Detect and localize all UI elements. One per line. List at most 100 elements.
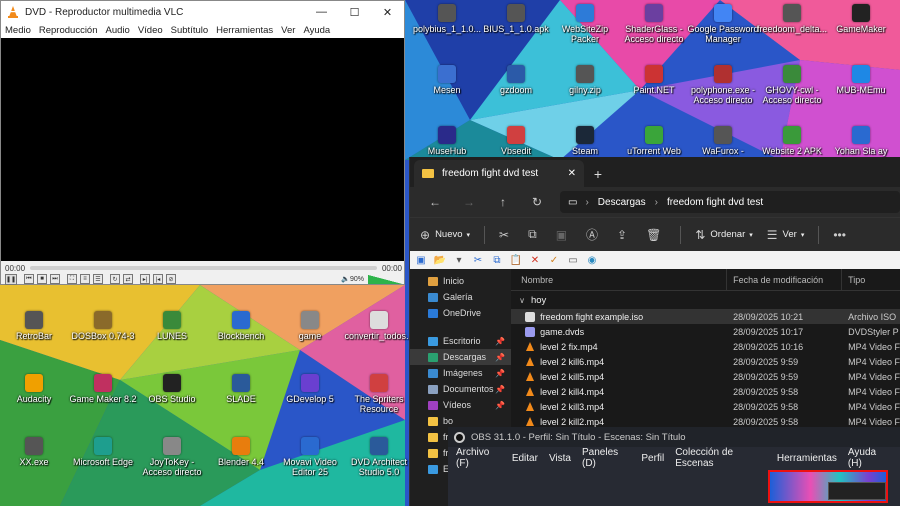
desktop-icon[interactable]: freedoom_delta... bbox=[754, 4, 830, 34]
maximize-icon[interactable]: ☐ bbox=[338, 1, 371, 23]
breadcrumb-descargas[interactable]: Descargas bbox=[598, 197, 646, 208]
vlc-menu-subtitulo[interactable]: Subtítulo bbox=[171, 25, 209, 36]
loop-icon[interactable]: ↻ bbox=[110, 274, 120, 284]
previous-icon[interactable]: ⏮ bbox=[24, 274, 34, 284]
desktop-icon[interactable]: Steam bbox=[547, 126, 623, 156]
file-row[interactable]: level 2 kill5.mp4 28/09/2025 9:59 MP4 Vide… bbox=[511, 369, 900, 384]
vlc-menu-ayuda[interactable]: Ayuda bbox=[303, 25, 330, 36]
extended-settings-icon[interactable]: ≡ bbox=[80, 274, 90, 284]
new-button[interactable]: ⊕ Nuevo ▾ bbox=[420, 228, 470, 242]
delete-icon[interactable]: ✕ bbox=[528, 254, 542, 266]
play-pause-icon[interactable]: ❚❚ bbox=[5, 273, 17, 285]
column-date[interactable]: Fecha de modificación bbox=[726, 269, 841, 290]
desktop-icon[interactable]: Blender 4.4 bbox=[203, 437, 279, 467]
fullscreen-icon[interactable]: ⛶ bbox=[67, 274, 77, 284]
pin-icon[interactable]: 📌 bbox=[495, 353, 505, 362]
sidebar-item[interactable]: Imágenes 📌 bbox=[410, 365, 511, 381]
stop-icon[interactable]: ■ bbox=[37, 274, 47, 284]
paste-button[interactable]: ▣ bbox=[556, 228, 572, 242]
desktop-icon[interactable]: polyphone.exe - Acceso directo bbox=[685, 65, 761, 105]
desktop-icon[interactable]: Microsoft Edge bbox=[65, 437, 141, 467]
sidebar-item[interactable]: Escritorio 📌 bbox=[410, 333, 511, 349]
vlc-menu-ver[interactable]: Ver bbox=[281, 25, 295, 36]
obs-menu-ayuda[interactable]: Ayuda (H) bbox=[848, 447, 889, 469]
vlc-menu-medio[interactable]: Medio bbox=[5, 25, 31, 36]
file-row[interactable]: level 2 kill4.mp4 28/09/2025 9:58 MP4 Vide… bbox=[511, 384, 900, 399]
copy-button[interactable]: ⧉ bbox=[528, 227, 542, 242]
desktop-icon[interactable]: DVD Architect Studio 5.0 bbox=[341, 437, 417, 477]
seek-slider[interactable] bbox=[30, 266, 377, 270]
desktop-icon[interactable]: BIUS_1_1.0.apk bbox=[478, 4, 554, 34]
rename-icon[interactable]: ▭ bbox=[566, 254, 580, 266]
file-row[interactable]: freedom fight example.iso 28/09/2025 10:2… bbox=[511, 309, 900, 324]
file-row[interactable]: level 2 kill3.mp4 28/09/2025 9:58 MP4 Vide… bbox=[511, 399, 900, 414]
pin-icon[interactable]: 📌 bbox=[495, 369, 505, 378]
copy-icon[interactable]: ⧉ bbox=[490, 254, 504, 266]
desktop-icon[interactable]: RetroBar bbox=[0, 311, 72, 341]
playlist-icon[interactable]: ☰ bbox=[93, 274, 103, 284]
ab-loop-icon[interactable]: ⊘ bbox=[166, 274, 176, 284]
vlc-menu-reproduccion[interactable]: Reproducción bbox=[39, 25, 98, 36]
desktop-icon[interactable]: MuseHub bbox=[409, 126, 485, 156]
column-name[interactable]: Nombre bbox=[511, 275, 726, 285]
desktop-icon[interactable]: MUB-MEmu bbox=[823, 65, 899, 95]
pin-icon[interactable]: 📌 bbox=[495, 337, 505, 346]
desktop-icon[interactable]: polybius_1_1.0... bbox=[409, 4, 485, 34]
desktop-icon[interactable]: JoyToKey - Acceso directo bbox=[134, 437, 210, 477]
sort-button[interactable]: ⇅ Ordenar ▾ bbox=[695, 228, 752, 242]
cut-button[interactable]: ✂ bbox=[499, 228, 514, 242]
check-icon[interactable]: ✓ bbox=[547, 254, 561, 266]
obs-menu-vista[interactable]: Vista bbox=[549, 453, 571, 464]
frame-step-icon[interactable]: ▸| bbox=[140, 274, 150, 284]
desktop-icon[interactable]: Blockbench bbox=[203, 311, 279, 341]
rename-button[interactable]: Ⓐ bbox=[586, 226, 603, 243]
forward-icon[interactable]: → bbox=[452, 195, 486, 209]
desktop-icon[interactable]: uTorrent Web bbox=[616, 126, 692, 156]
explorer-tab[interactable]: freedom fight dvd test ✕ bbox=[414, 160, 584, 187]
file-row[interactable]: level 2 fix.mp4 28/09/2025 10:16 MP4 Video… bbox=[511, 339, 900, 354]
layout-icon[interactable]: ▣ bbox=[414, 254, 428, 266]
sidebar-item[interactable]: Vídeos 📌 bbox=[410, 397, 511, 413]
desktop-icon[interactable]: DOSBox 0.74-3 bbox=[65, 311, 141, 341]
desktop-icon[interactable]: WebSiteZip Packer bbox=[547, 4, 623, 44]
desktop-icon[interactable]: GHOVY-cwl - Acceso directo bbox=[754, 65, 830, 105]
chevron-down-icon[interactable]: ▾ bbox=[452, 254, 466, 266]
delete-button[interactable]: 🗑 bbox=[646, 228, 666, 242]
desktop-icon[interactable]: Audacity bbox=[0, 374, 72, 404]
refresh-icon[interactable]: ↻ bbox=[520, 195, 554, 209]
desktop-icon[interactable]: Website 2 APK bbox=[754, 126, 830, 156]
new-tab-icon[interactable]: + bbox=[584, 160, 612, 187]
vlc-menu-audio[interactable]: Audio bbox=[106, 25, 130, 36]
obs-menu-coleccion[interactable]: Colección de Escenas bbox=[675, 447, 766, 469]
share-button[interactable]: ⇪ bbox=[617, 228, 632, 242]
desktop-icon[interactable]: GameMaker bbox=[823, 4, 899, 34]
more-button[interactable]: ••• bbox=[833, 228, 851, 242]
sidebar-item[interactable]: OneDrive bbox=[410, 305, 511, 321]
paste-icon[interactable]: 📋 bbox=[509, 254, 523, 266]
desktop-icon[interactable]: ShaderGlass - Acceso directo bbox=[616, 4, 692, 44]
speaker-icon[interactable]: 🔈 bbox=[341, 275, 350, 283]
desktop-icon[interactable]: gzdoom bbox=[478, 65, 554, 95]
desktop-icon[interactable]: LUNES bbox=[134, 311, 210, 341]
desktop-icon[interactable]: OBS Studio bbox=[134, 374, 210, 404]
desktop-icon[interactable]: Paint.NET bbox=[616, 65, 692, 95]
sidebar-item[interactable]: Inicio bbox=[410, 273, 511, 289]
desktop-icon[interactable]: Vbsedit bbox=[478, 126, 554, 156]
volume-slider[interactable] bbox=[368, 274, 402, 284]
globe-icon[interactable]: ◉ bbox=[585, 254, 599, 266]
volume-control[interactable]: 🔈 90% bbox=[341, 274, 402, 284]
next-icon[interactable]: ⏭ bbox=[50, 274, 60, 284]
vlc-menu-herramientas[interactable]: Herramientas bbox=[216, 25, 273, 36]
breadcrumb-current[interactable]: freedom fight dvd test bbox=[667, 197, 763, 208]
vlc-window[interactable]: DVD - Reproductor multimedia VLC — ☐ ✕ M… bbox=[0, 0, 405, 285]
pin-icon[interactable]: 📌 bbox=[495, 385, 505, 394]
desktop-icon[interactable]: Yohan Sla ay bbox=[823, 126, 899, 156]
vlc-video-area[interactable] bbox=[1, 38, 404, 261]
cut-icon[interactable]: ✂ bbox=[471, 254, 485, 266]
breadcrumb[interactable]: ▭ › Descargas › freedom fight dvd test bbox=[560, 191, 900, 213]
obs-menu-perfil[interactable]: Perfil bbox=[641, 453, 664, 464]
vlc-titlebar[interactable]: DVD - Reproductor multimedia VLC — ☐ ✕ bbox=[1, 1, 404, 23]
obs-window[interactable]: OBS 31.1.0 - Perfil: Sin Título - Escena… bbox=[448, 427, 900, 506]
obs-menu-paneles[interactable]: Paneles (D) bbox=[582, 447, 630, 469]
close-tab-icon[interactable]: ✕ bbox=[568, 168, 576, 179]
